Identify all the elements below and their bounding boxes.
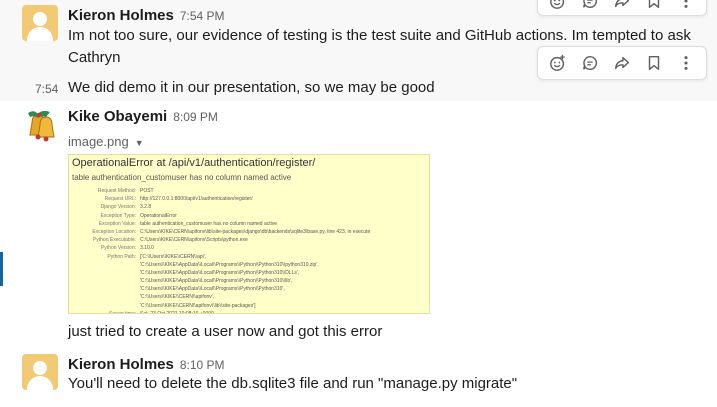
emoji-reaction-button[interactable] bbox=[542, 49, 574, 77]
error-detail-key bbox=[69, 277, 140, 285]
image-attachment[interactable]: OperationalError at /api/v1/authenticati… bbox=[68, 154, 430, 314]
error-detail-key: Exception Value: bbox=[98, 220, 136, 227]
bookmark-icon bbox=[648, 0, 660, 9]
message-text: You'll need to delete the db.sqlite3 fil… bbox=[68, 375, 518, 392]
error-detail-row: Request Method: POST bbox=[69, 187, 429, 195]
caret-down-icon: ▼ bbox=[134, 138, 144, 148]
share-icon bbox=[614, 56, 630, 70]
reply-in-thread-button[interactable] bbox=[574, 49, 606, 77]
error-detail-row: Python Version: 3.10.0 bbox=[69, 244, 429, 252]
error-detail-row: Exception Type: OperationalError bbox=[69, 212, 429, 220]
error-detail-value: 'C:\\Users\\KIKE\\AppData\\Local\\Progra… bbox=[140, 278, 293, 285]
error-detail-value: 3.2.8 bbox=[140, 204, 152, 211]
emoji-reaction-icon bbox=[550, 54, 565, 71]
error-detail-row: Exception Value: table authentication_cus… bbox=[69, 220, 429, 228]
message-kieron-2[interactable]: Kieron Holmes 8:10 PM You'll need to dele… bbox=[0, 348, 717, 407]
more-actions-icon bbox=[684, 56, 688, 70]
message-text: just tried to create a user now and got … bbox=[68, 323, 383, 340]
error-detail-key: Exception Location: bbox=[92, 228, 136, 235]
error-detail-row: 'C:\\Users\\KIKE\\CERN\\apifonv\\lib\\si… bbox=[69, 302, 429, 310]
error-detail-row: Django Version: 3.2.8 bbox=[69, 203, 429, 211]
error-detail-row: Exception Location: C:\Users\KIKE\CERN\ap… bbox=[69, 228, 429, 236]
message-timestamp[interactable]: 7:54 PM bbox=[180, 9, 225, 23]
error-detail-value: 'C:\\Users\\KIKE\\AppData\\Local\\Progra… bbox=[140, 269, 300, 276]
error-detail-value: POST bbox=[140, 188, 154, 194]
message-timestamp[interactable]: 8:10 PM bbox=[180, 358, 225, 372]
bookmark-icon bbox=[648, 55, 660, 71]
error-detail-row: Python Path: ['C:\\Users\\KIKE\\CERN\\api… bbox=[69, 253, 429, 261]
error-detail-value: 'C:\\Users\\KIKE\\CERN\\apifonv', bbox=[140, 294, 215, 301]
message-author[interactable]: Kieron Holmes 8:10 PM bbox=[68, 356, 225, 373]
error-detail-key: Django Version: bbox=[100, 204, 136, 211]
error-detail-key: Request URL: bbox=[104, 196, 136, 203]
reply-in-thread-icon bbox=[583, 55, 598, 71]
avatar[interactable] bbox=[22, 354, 58, 390]
error-detail-value: 3.10.0 bbox=[140, 245, 154, 252]
error-details: Request Method: POST Request URL: http://12… bbox=[69, 187, 429, 314]
error-detail-value: 'C:\\Users\\KIKE\\AppData\\Local\\Progra… bbox=[140, 286, 285, 293]
bookmark-button[interactable] bbox=[638, 49, 670, 77]
error-detail-value: Sat, 23 Oct 2021 19:08:16 +0000 bbox=[140, 310, 214, 314]
file-name: image.png bbox=[68, 134, 129, 149]
error-detail-row: 'C:\\Users\\KIKE\\AppData\\Local\\Progra… bbox=[69, 269, 429, 277]
error-title: OperationalError at /api/v1/authenticati… bbox=[72, 157, 316, 169]
file-name-toggle[interactable]: image.png ▼ bbox=[68, 134, 144, 149]
error-detail-key: Python Version: bbox=[100, 245, 136, 252]
error-detail-value: C:\Users\KIKE\CERN\apifonv\Scripts\pytho… bbox=[140, 237, 248, 244]
avatar[interactable] bbox=[20, 109, 60, 145]
error-detail-row: 'C:\\Users\\KIKE\\CERN\\apifonv', bbox=[69, 293, 429, 301]
error-detail-key bbox=[69, 261, 140, 269]
message-actions-toolbar bbox=[537, 46, 707, 80]
error-detail-key bbox=[69, 269, 140, 277]
error-detail-row: Python Executable: C:\Users\KIKE\CERN\api… bbox=[69, 236, 429, 244]
error-detail-key: Python Path: bbox=[107, 253, 136, 260]
error-detail-value: OperationalError bbox=[140, 212, 177, 219]
error-detail-key: Python Executable: bbox=[92, 237, 136, 244]
error-detail-key: Request Method: bbox=[97, 188, 136, 194]
error-detail-row: Request URL: http://127.0.0.1:8000/api/v1… bbox=[69, 195, 429, 203]
message-kike[interactable]: Kike Obayemi 8:09 PM image.png ▼ Operation… bbox=[0, 101, 717, 348]
error-detail-key: Exception Type: bbox=[100, 212, 137, 219]
message-author[interactable]: Kieron Holmes 7:54 PM bbox=[68, 7, 225, 24]
error-detail-row: Server time: Sat, 23 Oct 2021 19:08:16 +0… bbox=[69, 310, 429, 314]
error-detail-value: http://127.0.0.1:8000/api/v1/authenticat… bbox=[140, 196, 253, 203]
error-detail-value: table authentication_customuser has no c… bbox=[140, 220, 278, 227]
emoji-reaction-button[interactable] bbox=[542, 0, 574, 15]
more-actions-icon bbox=[684, 0, 688, 8]
share-button[interactable] bbox=[606, 0, 638, 15]
error-detail-key bbox=[69, 293, 140, 301]
share-icon bbox=[614, 0, 630, 8]
avatar[interactable] bbox=[22, 5, 58, 41]
message-author[interactable]: Kike Obayemi 8:09 PM bbox=[68, 108, 218, 125]
more-actions-button[interactable] bbox=[670, 0, 702, 15]
share-button[interactable] bbox=[606, 49, 638, 77]
message-kieron-1[interactable]: Kieron Holmes 7:54 PM Im not too sure, ou… bbox=[0, 0, 717, 101]
message-text: We did demo it in our presentation, so w… bbox=[68, 79, 435, 96]
error-detail-value: C:\Users\KIKE\CERN\apifonv\lib\site-pack… bbox=[140, 228, 371, 235]
error-detail-row: 'C:\\Users\\KIKE\\AppData\\Local\\Progra… bbox=[69, 261, 429, 269]
reply-in-thread-button[interactable] bbox=[574, 0, 606, 15]
error-detail-row: 'C:\\Users\\KIKE\\AppData\\Local\\Progra… bbox=[69, 285, 429, 293]
message-timestamp[interactable]: 8:09 PM bbox=[173, 110, 218, 124]
emoji-reaction-icon bbox=[550, 0, 565, 9]
error-detail-key bbox=[69, 302, 140, 310]
error-subtitle: table authentication_customuser has no c… bbox=[72, 173, 292, 182]
more-actions-button[interactable] bbox=[670, 49, 702, 77]
error-detail-value: ['C:\\Users\\KIKE\\CERN\\api', bbox=[140, 253, 207, 260]
error-detail-value: 'C:\\Users\\KIKE\\AppData\\Local\\Progra… bbox=[140, 261, 319, 268]
message-timestamp[interactable]: 7:54 bbox=[35, 82, 58, 96]
message-actions-toolbar bbox=[537, 0, 707, 16]
reply-in-thread-icon bbox=[583, 0, 598, 9]
error-detail-row: 'C:\\Users\\KIKE\\AppData\\Local\\Progra… bbox=[69, 277, 429, 285]
error-detail-key: Server time: bbox=[109, 310, 136, 314]
error-detail-value: 'C:\\Users\\KIKE\\CERN\\apifonv\\lib\\si… bbox=[140, 302, 256, 309]
error-detail-key bbox=[69, 285, 140, 293]
bookmark-button[interactable] bbox=[638, 0, 670, 15]
